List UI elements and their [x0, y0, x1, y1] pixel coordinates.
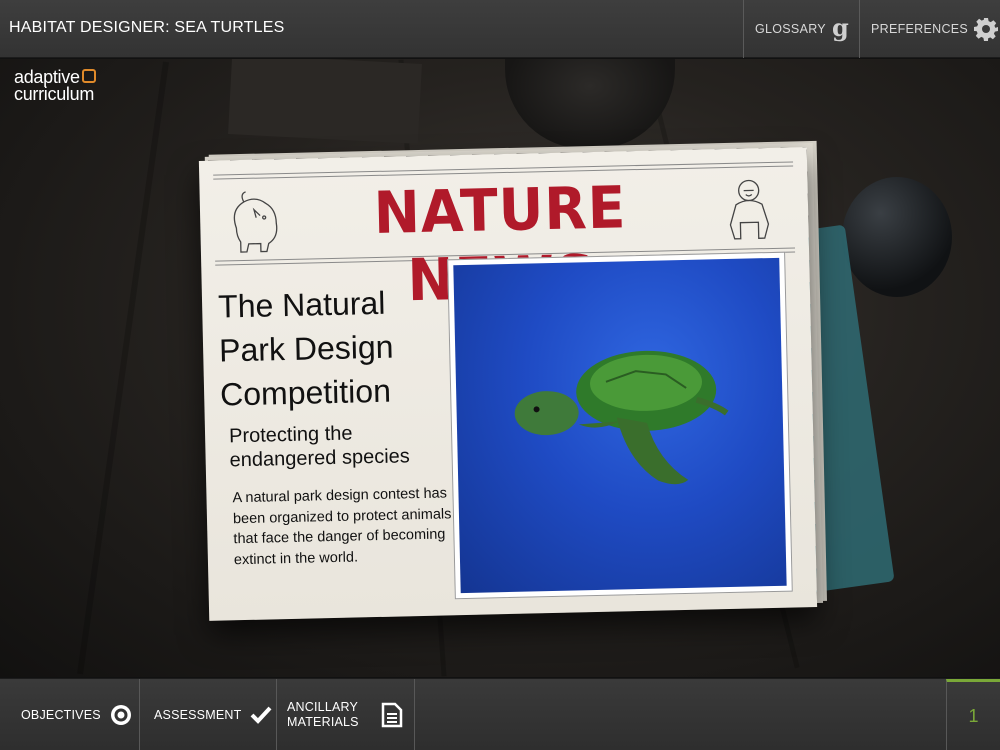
background-sphere	[842, 177, 952, 297]
objectives-button[interactable]: OBJECTIVES	[0, 679, 140, 750]
page-indicator: 1	[946, 679, 1000, 750]
preferences-label: PREFERENCES	[871, 22, 969, 36]
logo-line2: curriculum	[14, 84, 95, 104]
objectives-label: OBJECTIVES	[21, 708, 101, 722]
sea-turtle-image	[514, 350, 729, 485]
background-lamp	[505, 59, 675, 149]
glossary-button[interactable]: GLOSSARY g	[743, 0, 859, 58]
sea-turtle-photo	[453, 257, 787, 594]
glossary-g-icon: g	[831, 12, 850, 42]
article-subhead: Protecting the endangered species	[228, 422, 411, 472]
background-card	[228, 59, 422, 144]
masthead-rule	[213, 161, 794, 176]
document-icon	[381, 702, 402, 728]
scene-stage: adaptive curriculum NATURE NEWS The Natu…	[0, 59, 1000, 677]
rhino-icon	[233, 191, 278, 253]
gear-icon	[974, 18, 999, 41]
page-number: 1	[968, 706, 979, 726]
assessment-button[interactable]: ASSESSMENT	[140, 679, 277, 750]
checkmark-icon	[251, 706, 272, 724]
adaptive-curriculum-logo: adaptive curriculum	[14, 68, 96, 104]
top-bar: HABITAT DESIGNER: SEA TURTLES GLOSSARY g…	[0, 0, 1000, 58]
assessment-label: ASSESSMENT	[154, 708, 242, 722]
bottom-bar: OBJECTIVES ASSESSMENT ANCILLARY MATERIAL…	[0, 678, 1000, 750]
glossary-label: GLOSSARY	[755, 22, 826, 36]
ancillary-materials-button[interactable]: ANCILLARY MATERIALS	[277, 679, 415, 750]
article-photo	[447, 251, 793, 600]
ancillary-line1: ANCILLARY	[287, 700, 359, 714]
gorilla-icon	[729, 179, 770, 240]
newspaper: NATURE NEWS The Natural Park Design Comp…	[198, 147, 818, 621]
ancillary-line2: MATERIALS	[287, 715, 359, 729]
app-title: HABITAT DESIGNER: SEA TURTLES	[9, 19, 285, 36]
target-icon	[110, 705, 131, 725]
preferences-button[interactable]: PREFERENCES	[859, 0, 1000, 58]
ancillary-label: ANCILLARY MATERIALS	[287, 700, 359, 730]
logo-mark-icon	[81, 69, 96, 83]
wood-plank-line	[77, 61, 169, 675]
article-body: A natural park design contest has been o…	[232, 485, 452, 568]
article-headline: The Natural Park Design Competition	[217, 284, 394, 413]
